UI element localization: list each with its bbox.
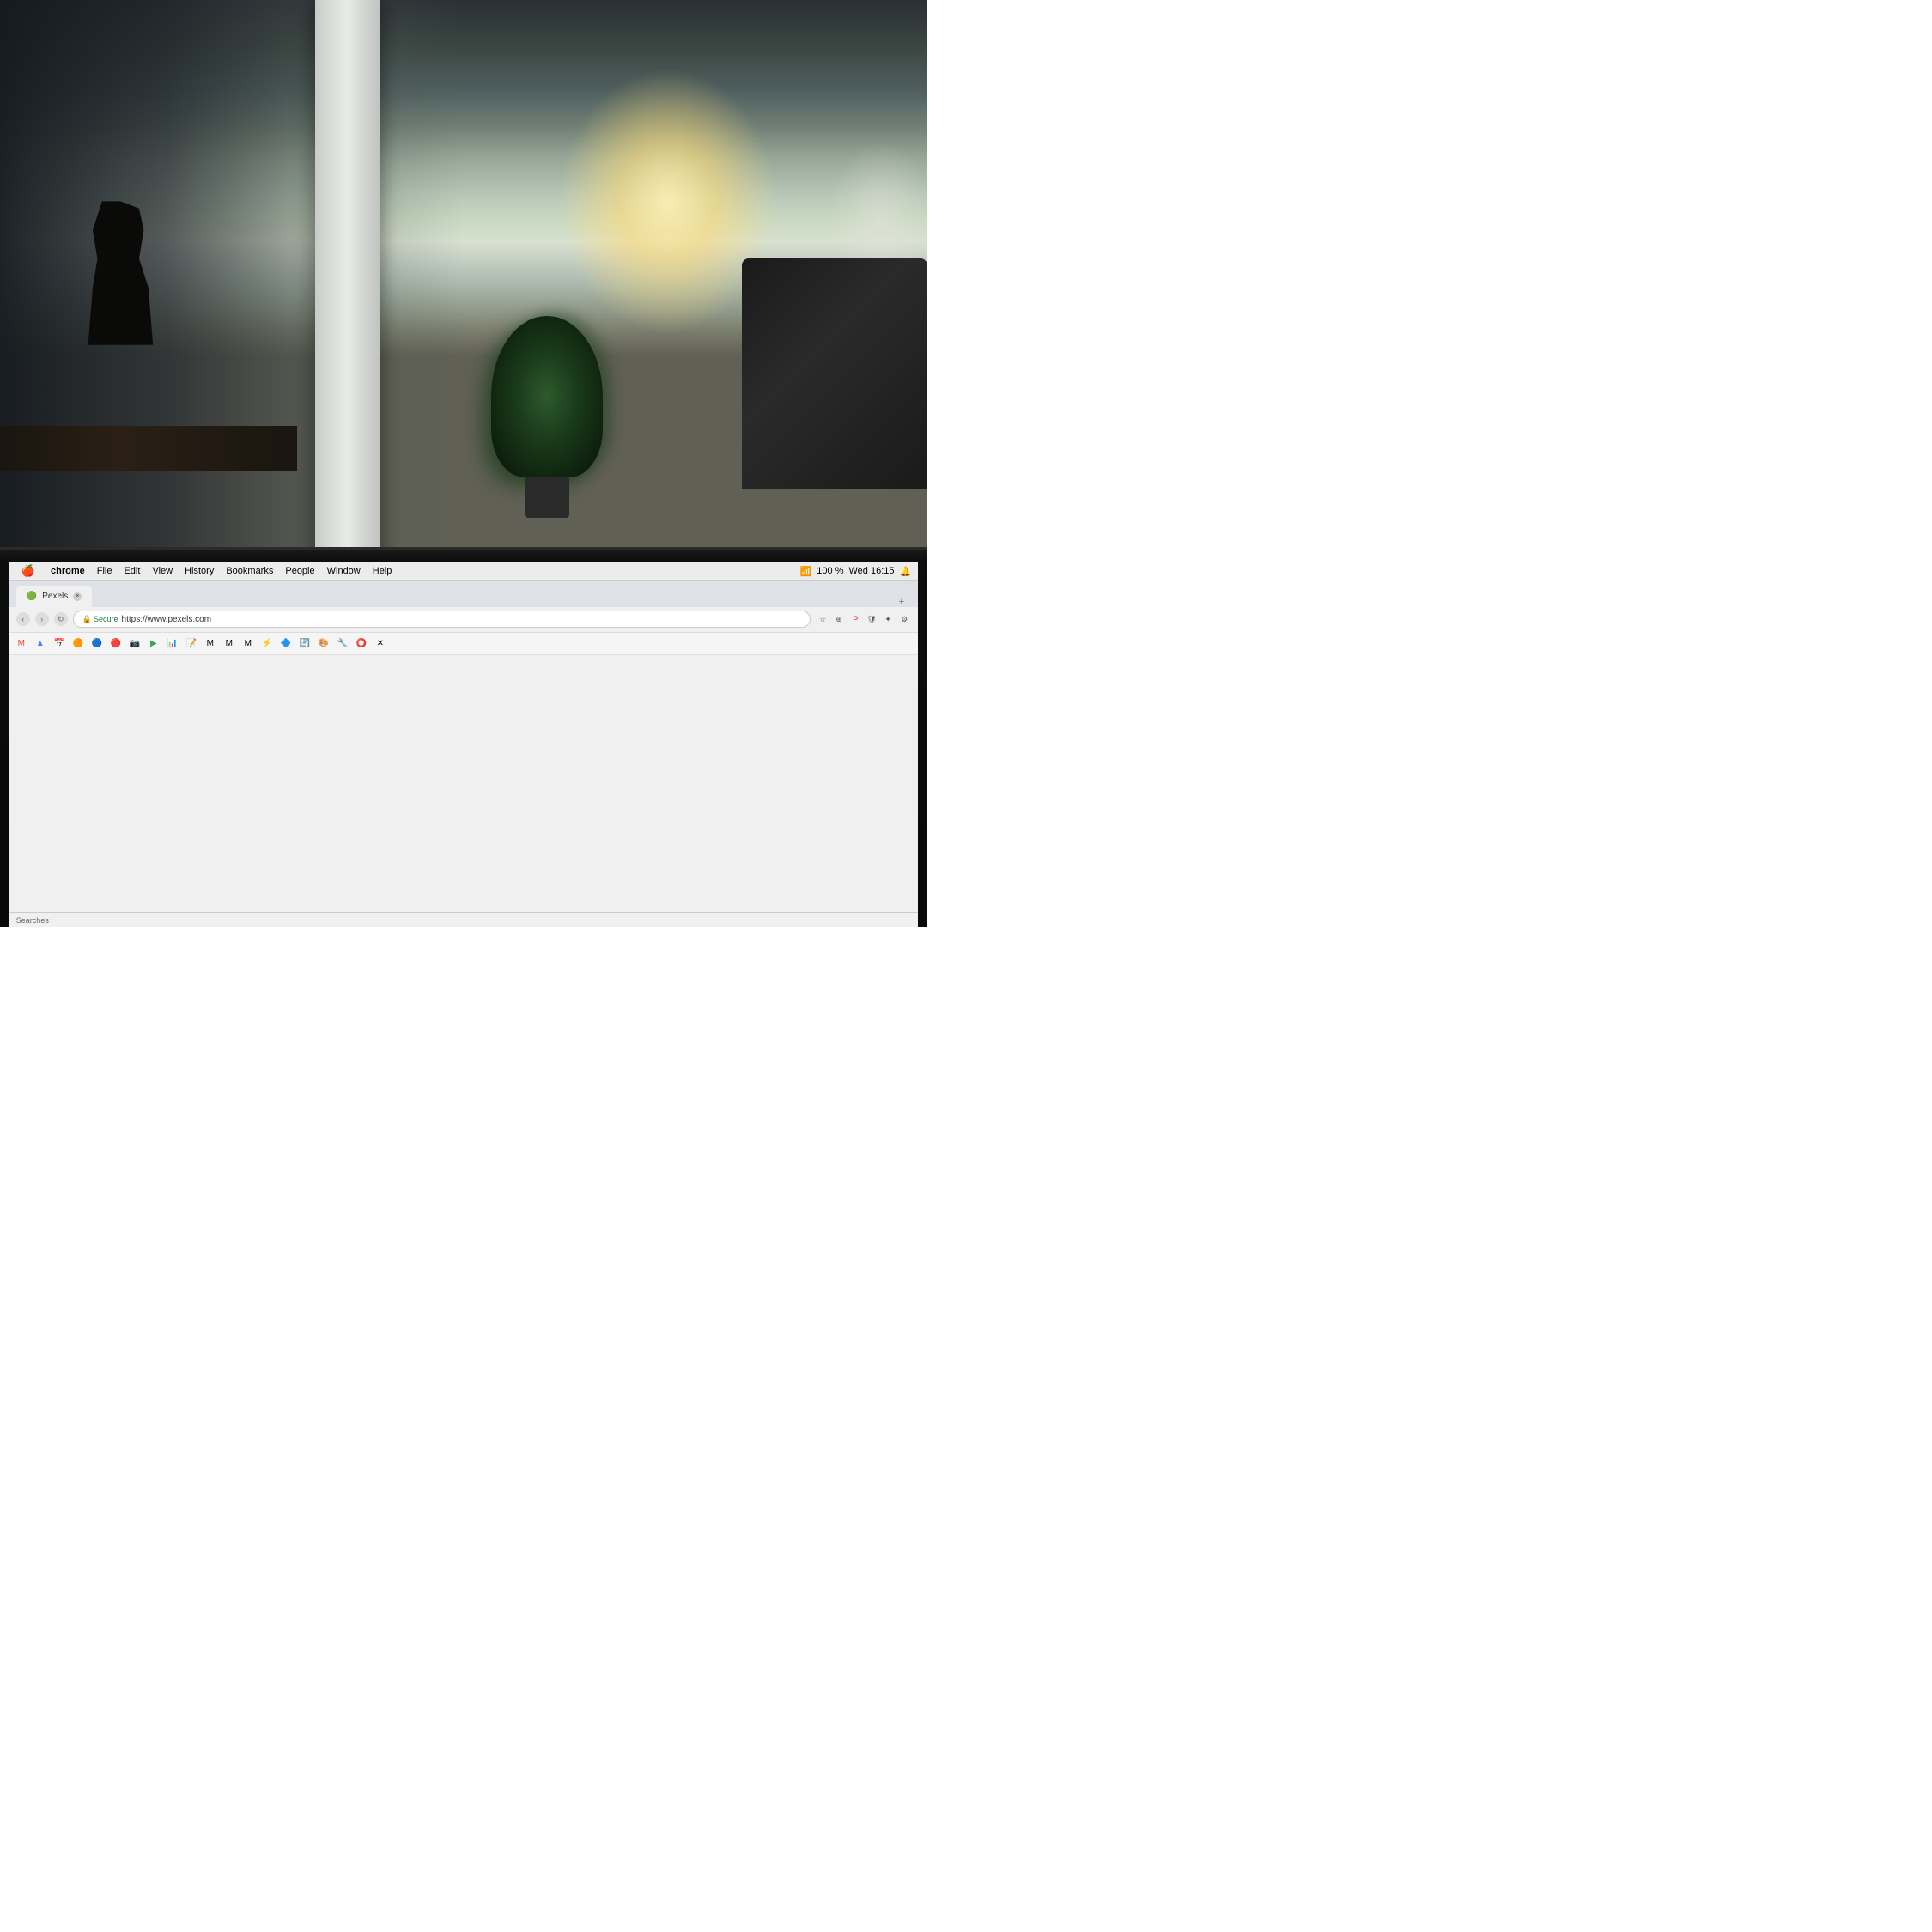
- active-tab[interactable]: 🟢 Pexels ×: [16, 586, 92, 607]
- secure-badge: 🔒 Secure: [82, 615, 118, 624]
- extension-icon-3[interactable]: ⚙: [897, 612, 911, 626]
- monitor-screen: 🍎 chrome File Edit View History Bookmark…: [0, 547, 927, 927]
- person-silhouette-shape: [74, 201, 167, 344]
- gdrive-ext[interactable]: ▲: [32, 635, 49, 652]
- ext-8[interactable]: ▶: [145, 635, 162, 652]
- extension-icon-1[interactable]: 🛡: [865, 612, 878, 626]
- extension-icon-2[interactable]: ✦: [881, 612, 895, 626]
- tab-title: Pexels: [42, 592, 68, 601]
- battery-icon: 100 %: [817, 566, 843, 576]
- gmail-ext[interactable]: M: [13, 635, 30, 652]
- menubar-right-area: 📶 100 % Wed 16:15 🔔: [800, 566, 912, 577]
- menubar-window[interactable]: Window: [322, 562, 366, 580]
- office-background: [0, 0, 927, 575]
- screen-content: 🍎 chrome File Edit View History Bookmark…: [9, 562, 918, 927]
- ext-13[interactable]: M: [240, 635, 257, 652]
- ext-15[interactable]: 🔷: [277, 635, 295, 652]
- menubar-file[interactable]: File: [92, 562, 118, 580]
- macos-menubar: 🍎 chrome File Edit View History Bookmark…: [9, 562, 918, 581]
- new-tab-button[interactable]: +: [892, 597, 911, 607]
- office-chair: [742, 258, 927, 489]
- ext-12[interactable]: M: [221, 635, 238, 652]
- menubar-help[interactable]: Help: [368, 562, 398, 580]
- browser-statusbar: Searches: [9, 912, 918, 927]
- ext-7[interactable]: 📷: [126, 635, 143, 652]
- menubar-view[interactable]: View: [147, 562, 178, 580]
- ext-9[interactable]: 📊: [164, 635, 181, 652]
- back-button[interactable]: ‹: [16, 612, 30, 626]
- tab-favicon: 🟢: [27, 592, 37, 601]
- ext-17[interactable]: 🎨: [315, 635, 332, 652]
- menubar-chrome[interactable]: chrome: [46, 562, 90, 580]
- menubar-app-name: 🍎: [16, 562, 44, 580]
- plant-leaves: [491, 316, 603, 477]
- ext-5[interactable]: 🔵: [88, 635, 106, 652]
- ext-19[interactable]: ⭕: [353, 635, 370, 652]
- gcal-ext[interactable]: 📅: [51, 635, 68, 652]
- wifi-icon: 📶: [800, 566, 812, 577]
- url-field[interactable]: 🔒 Secure https://www.pexels.com: [73, 611, 811, 628]
- chrome-addressbar: ‹ › ↻ 🔒 Secure https://www.pexels.com ☆ …: [9, 607, 918, 633]
- office-plant: [491, 316, 603, 517]
- reload-button[interactable]: ↻: [54, 612, 68, 626]
- office-pillar: [315, 0, 380, 575]
- reader-mode[interactable]: ⊕: [832, 612, 846, 626]
- clock: Wed 16:15: [848, 566, 894, 576]
- forward-button[interactable]: ›: [35, 612, 49, 626]
- foreground-person: [74, 201, 167, 344]
- menubar-bookmarks[interactable]: Bookmarks: [221, 562, 278, 580]
- statusbar-text: Searches: [16, 916, 49, 925]
- office-desk: [0, 426, 297, 472]
- bookmark-star[interactable]: ☆: [816, 612, 829, 626]
- menubar-history[interactable]: History: [179, 562, 219, 580]
- ext-11[interactable]: M: [202, 635, 219, 652]
- notification-icon: 🔔: [900, 566, 912, 577]
- ext-16[interactable]: 🔄: [296, 635, 313, 652]
- extensions-toolbar: M ▲ 📅 🟠 🔵 🔴 📷 ▶ 📊 📝 M M M ⚡ 🔷 🔄 🎨 🔧 ⭕ ✕: [9, 633, 918, 655]
- ext-6[interactable]: 🔴: [107, 635, 125, 652]
- ext-18[interactable]: 🔧: [334, 635, 351, 652]
- ext-10[interactable]: 📝: [183, 635, 200, 652]
- tab-close-button[interactable]: ×: [73, 592, 82, 601]
- chrome-tabs: 🟢 Pexels × +: [9, 581, 918, 607]
- plant-pot: [525, 477, 569, 518]
- menubar-edit[interactable]: Edit: [118, 562, 145, 580]
- ext-close[interactable]: ✕: [372, 635, 389, 652]
- bookmark-icons: ☆ ⊕ P 🛡 ✦ ⚙: [816, 612, 911, 626]
- ext-14[interactable]: ⚡: [258, 635, 276, 652]
- menubar-people[interactable]: People: [280, 562, 319, 580]
- pinterest-icon[interactable]: P: [848, 612, 862, 626]
- url-text: https://www.pexels.com: [122, 615, 211, 624]
- ext-4[interactable]: 🟠: [70, 635, 87, 652]
